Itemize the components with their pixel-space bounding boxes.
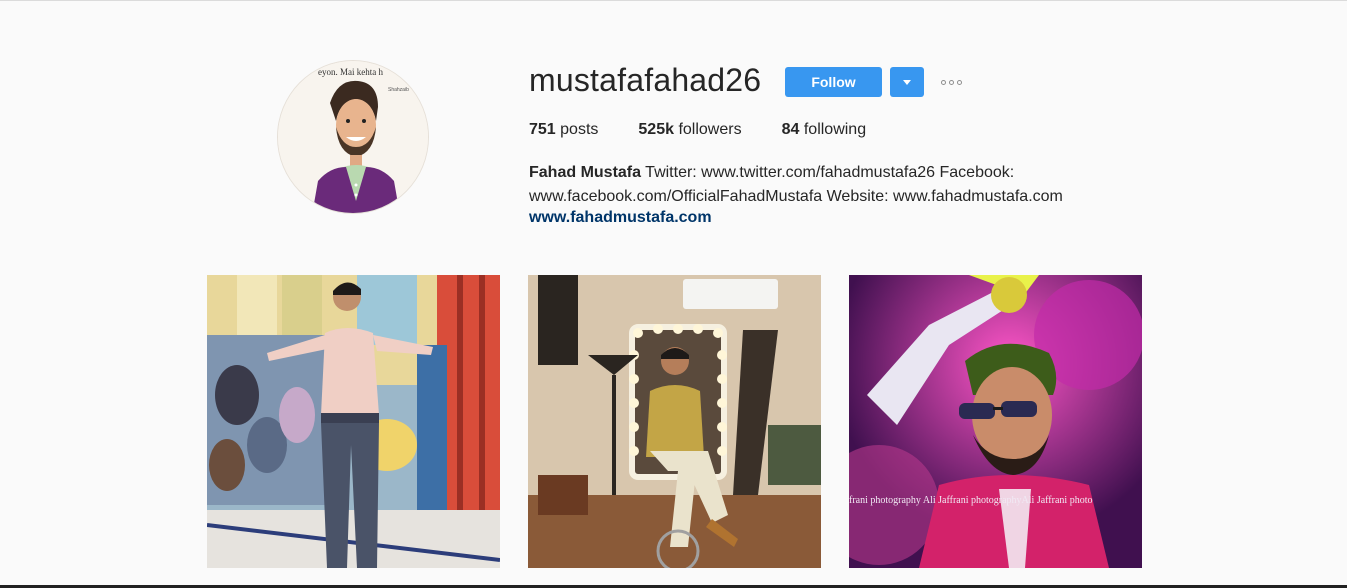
more-dot	[940, 79, 946, 85]
post-thumbnail[interactable]: frani photography Ali Jaffrani photograp…	[849, 275, 1142, 568]
post-thumbnail[interactable]	[528, 275, 821, 568]
more-options-icon[interactable]	[937, 73, 965, 91]
post-watermark: frani photography Ali Jaffrani photograp…	[849, 495, 1092, 506]
website-link[interactable]: www.fahadmustafa.com	[529, 209, 712, 227]
followers-stat[interactable]: 525k followers	[638, 121, 741, 139]
profile-full-name: Fahad Mustafa	[529, 164, 642, 181]
dropdown-caret-icon	[903, 79, 911, 85]
post-image-studio	[207, 275, 500, 568]
follow-button[interactable]: Follow	[785, 67, 882, 97]
suggestions-dropdown-button[interactable]	[890, 67, 924, 97]
followers-label: followers	[678, 121, 742, 138]
posts-label: posts	[560, 121, 599, 138]
followers-count: 525k	[638, 121, 674, 138]
following-label: following	[803, 121, 867, 138]
more-dot	[948, 79, 954, 85]
avatar-caption-top: eyon. Mai kehta h	[318, 67, 383, 77]
profile-username: mustafafahad26	[529, 62, 762, 98]
avatar-illustration: eyon. Mai kehta h Shahzaib	[278, 61, 428, 213]
post-image-party: frani photography Ali Jaffrani photograp…	[849, 275, 1142, 568]
top-divider	[0, 0, 1347, 1]
posts-stat: 751 posts	[529, 121, 598, 139]
post-thumbnail[interactable]	[207, 275, 500, 568]
profile-bio: Fahad Mustafa Twitter: www.twitter.com/f…	[529, 161, 1099, 209]
post-image-dressing-room	[528, 275, 821, 568]
profile-stats: 751 posts 525k followers 84 following	[529, 121, 906, 139]
posts-count: 751	[529, 121, 556, 138]
following-count: 84	[781, 121, 800, 138]
avatar-caption-small: Shahzaib	[388, 87, 409, 93]
following-stat[interactable]: 84 following	[782, 121, 867, 139]
profile-avatar[interactable]: eyon. Mai kehta h Shahzaib	[277, 60, 429, 214]
more-dot	[956, 79, 962, 85]
